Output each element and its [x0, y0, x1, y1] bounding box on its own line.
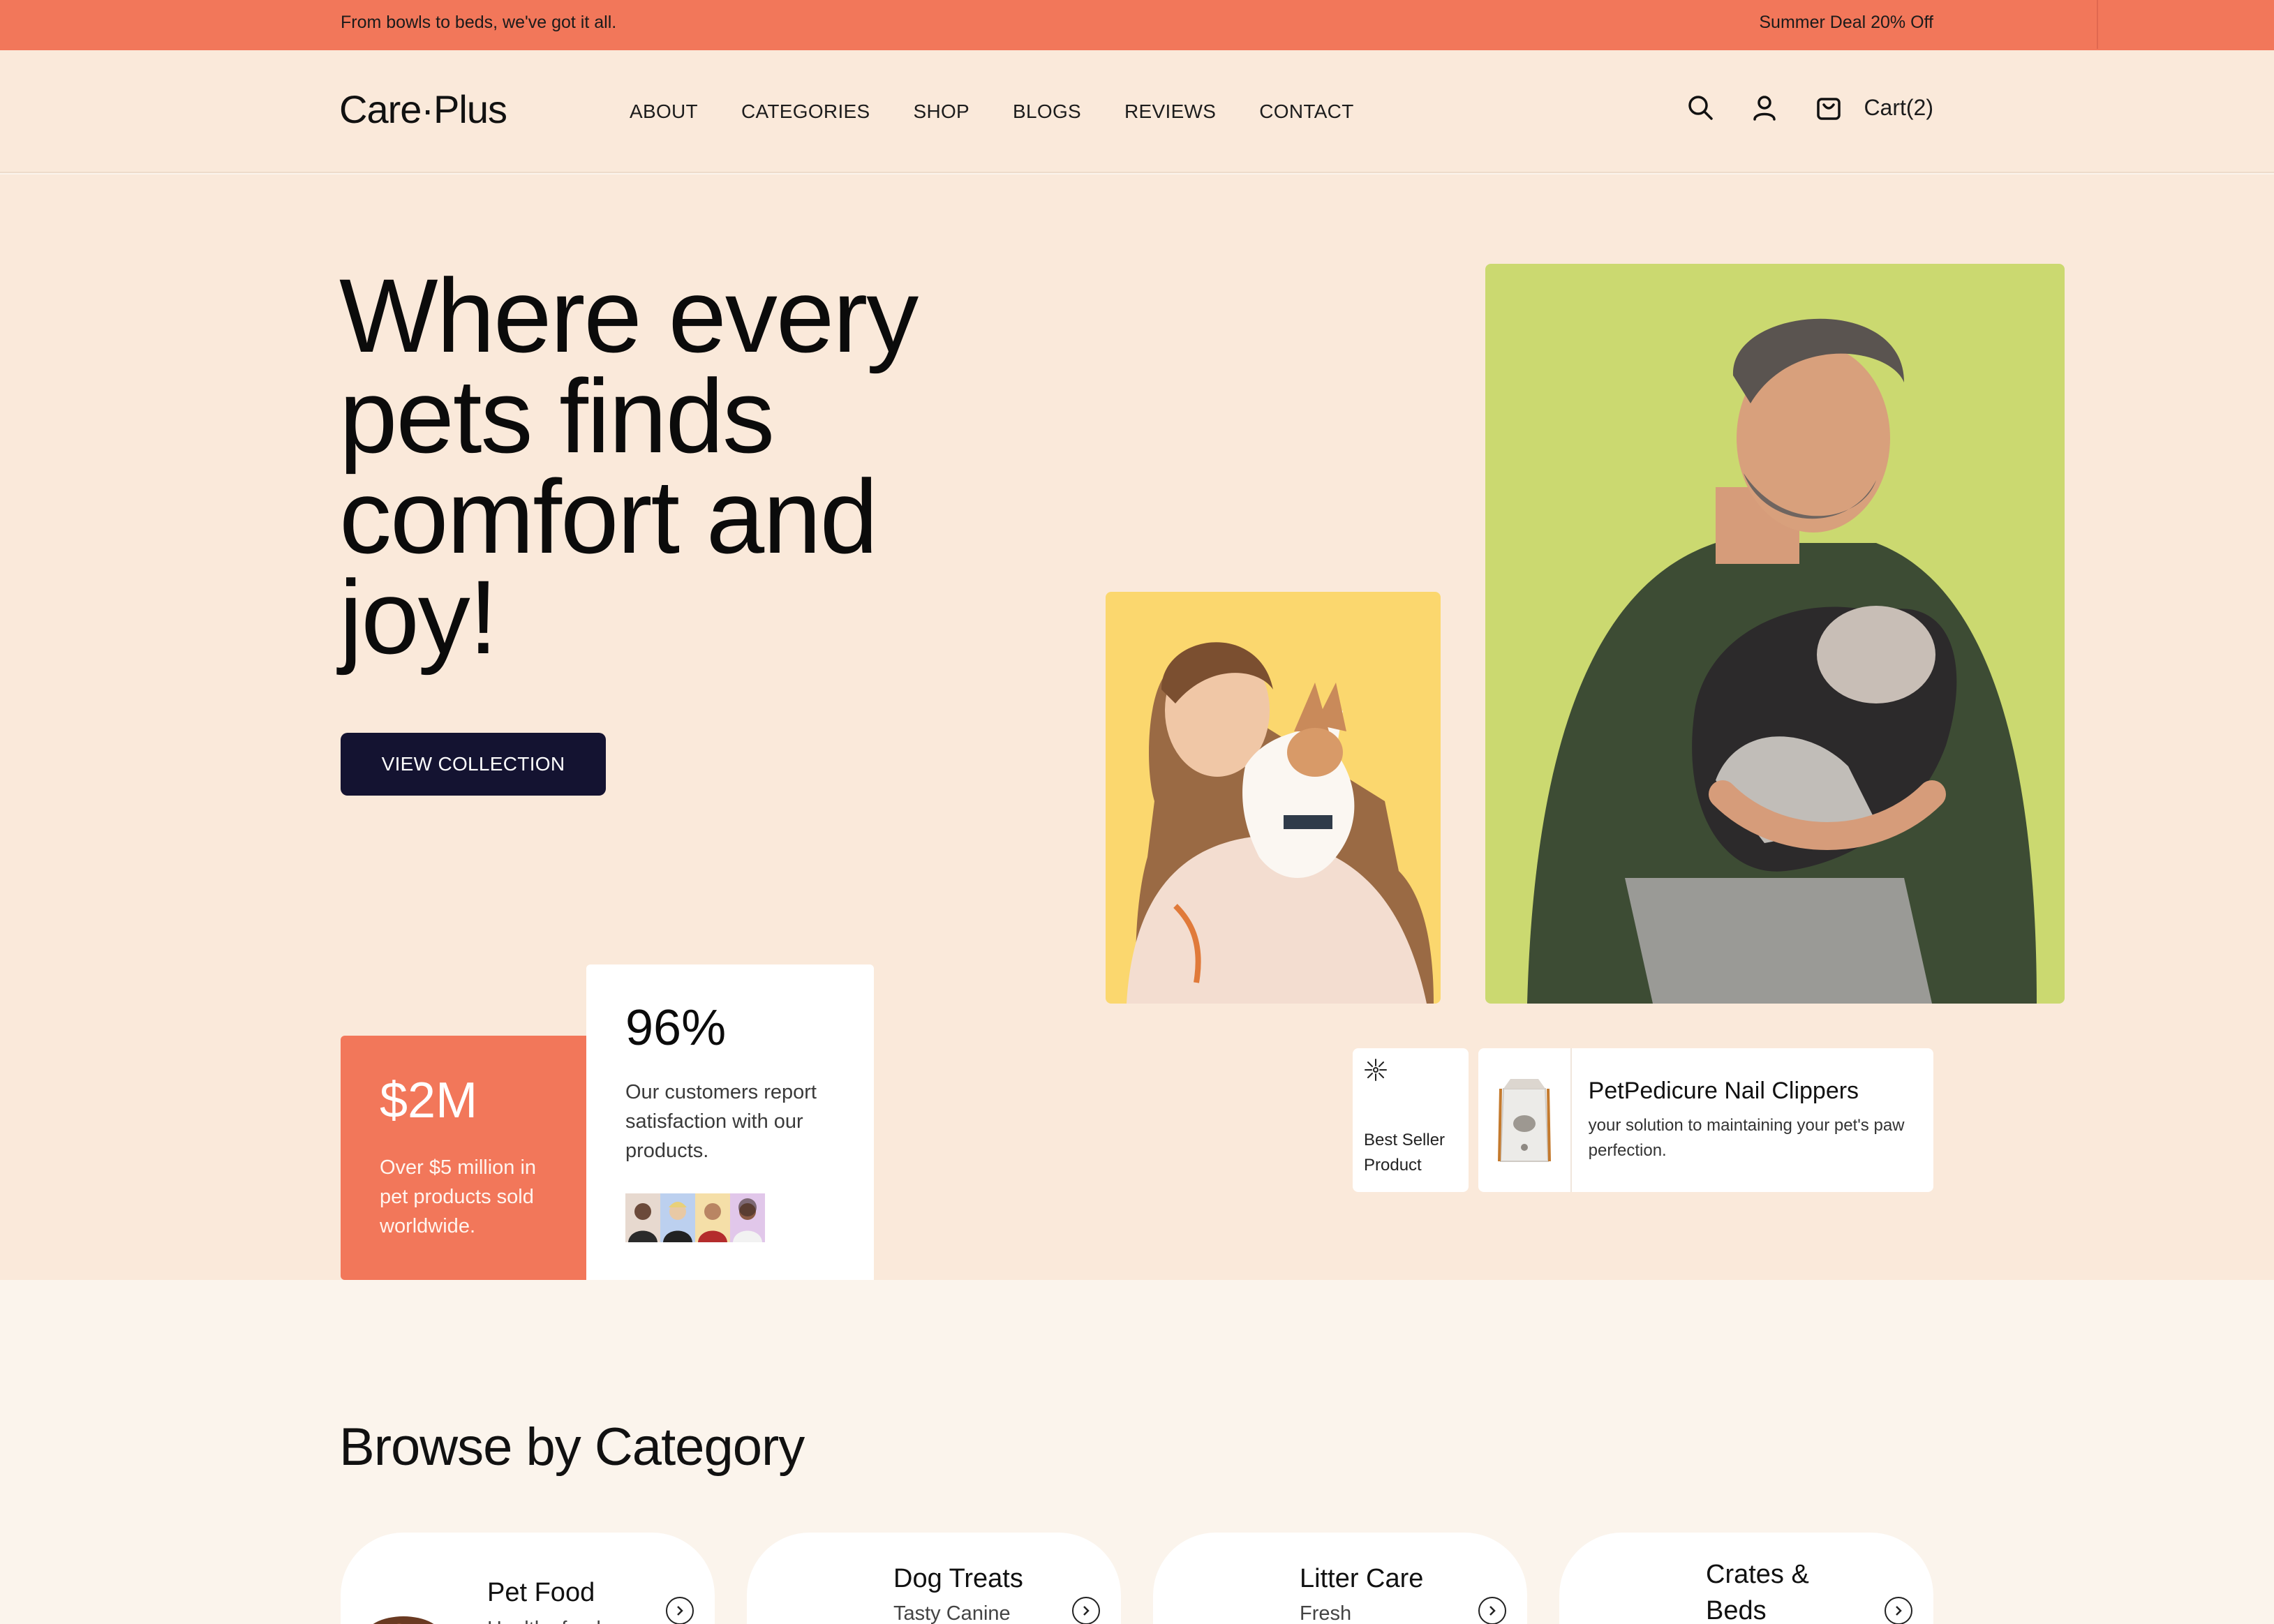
- product-desc: your solution to maintaining your pet's …: [1588, 1116, 1905, 1160]
- avatar: [660, 1193, 695, 1242]
- nav-categories[interactable]: CATEGORIES: [741, 100, 870, 123]
- main-nav: ABOUT CATEGORIES SHOP BLOGS REVIEWS CONT…: [630, 100, 1397, 123]
- stat-satisfaction-value: 96%: [625, 1000, 727, 1056]
- category-card-dog-treats[interactable]: Dog Treats Tasty Canine: [747, 1533, 1121, 1624]
- promo-bar: From bowls to beds, we've got it all. Su…: [0, 0, 2274, 63]
- best-seller-badge: Best Seller Product: [1353, 1048, 1469, 1192]
- category-card-crates-beds[interactable]: Crates & Beds: [1559, 1533, 1933, 1624]
- nav-contact[interactable]: CONTACT: [1259, 100, 1353, 123]
- sparkle-icon: [1365, 1059, 1387, 1081]
- chevron-right-icon[interactable]: [1072, 1597, 1100, 1624]
- product-name[interactable]: PetPedicure Nail Clippers: [1589, 1078, 1917, 1105]
- category-card-pet-food[interactable]: Pet Food Healthy food: [341, 1533, 715, 1624]
- category-name: Dog Treats: [893, 1564, 1023, 1593]
- woman-with-dog-photo: [1106, 592, 1441, 1004]
- nav-blogs[interactable]: BLOGS: [1013, 100, 1081, 123]
- category-sub: Healthy food: [487, 1618, 601, 1624]
- stat-revenue-desc: Over $5 million in pet products sold wor…: [380, 1156, 537, 1237]
- logo[interactable]: Care·Plus: [339, 87, 507, 132]
- chevron-right-icon[interactable]: [1885, 1597, 1912, 1624]
- avatar: [625, 1193, 660, 1242]
- pet-food-image: [373, 1616, 434, 1624]
- user-icon[interactable]: [1749, 92, 1780, 123]
- category-name: Litter Care: [1300, 1564, 1424, 1593]
- litter-care-image: [1171, 1607, 1255, 1624]
- nav-about[interactable]: ABOUT: [630, 100, 698, 123]
- category-name: Crates & Beds: [1706, 1560, 1809, 1624]
- cart-label[interactable]: Cart(2): [1864, 95, 1933, 121]
- view-collection-button[interactable]: VIEW COLLECTION: [341, 733, 606, 796]
- chevron-right-icon[interactable]: [1478, 1597, 1506, 1624]
- hero-title: Where every pets finds comfort and joy!: [339, 257, 919, 676]
- dog-treats-image: [765, 1607, 849, 1624]
- hero-section: Where every pets finds comfort and joy! …: [0, 174, 2274, 1280]
- nav-reviews[interactable]: REVIEWS: [1124, 100, 1216, 123]
- best-seller-label: Best Seller Product: [1364, 1131, 1446, 1175]
- category-card-litter-care[interactable]: Litter Care Fresh: [1153, 1533, 1527, 1624]
- stat-satisfaction-desc: Our customers report satisfaction with o…: [625, 1081, 817, 1162]
- cart-bag-icon[interactable]: [1813, 92, 1844, 123]
- man-with-dog-photo: [1485, 264, 2065, 1004]
- category-sub: Tasty Canine: [893, 1602, 1011, 1624]
- category-section-title: Browse by Category: [339, 1417, 805, 1477]
- header-actions: Cart(2): [1685, 92, 1933, 123]
- stat-revenue-value: $2M: [380, 1073, 478, 1128]
- chevron-right-icon[interactable]: [666, 1597, 694, 1624]
- category-name: Pet Food: [487, 1578, 595, 1607]
- crates-beds-image: [1577, 1607, 1661, 1624]
- avatar: [730, 1193, 765, 1242]
- search-icon[interactable]: [1685, 92, 1716, 123]
- promo-right-text[interactable]: Summer Deal 20% Off: [1759, 13, 1933, 33]
- product-thumbnail: [1478, 1048, 1572, 1192]
- product-info: PetPedicure Nail Clippers your solution …: [1572, 1048, 1933, 1192]
- customer-avatars: [625, 1193, 835, 1242]
- featured-product-card[interactable]: PetPedicure Nail Clippers your solution …: [1478, 1048, 1933, 1192]
- nav-shop[interactable]: SHOP: [913, 100, 969, 123]
- category-sub: Fresh: [1300, 1602, 1352, 1624]
- stat-satisfaction-card: 96% Our customers report satisfaction wi…: [586, 964, 874, 1280]
- avatar: [695, 1193, 730, 1242]
- stat-revenue-card: $2M Over $5 million in pet products sold…: [341, 1036, 586, 1280]
- promo-left-text: From bowls to beds, we've got it all.: [341, 13, 617, 32]
- site-header: Care·Plus ABOUT CATEGORIES SHOP BLOGS RE…: [0, 50, 2274, 173]
